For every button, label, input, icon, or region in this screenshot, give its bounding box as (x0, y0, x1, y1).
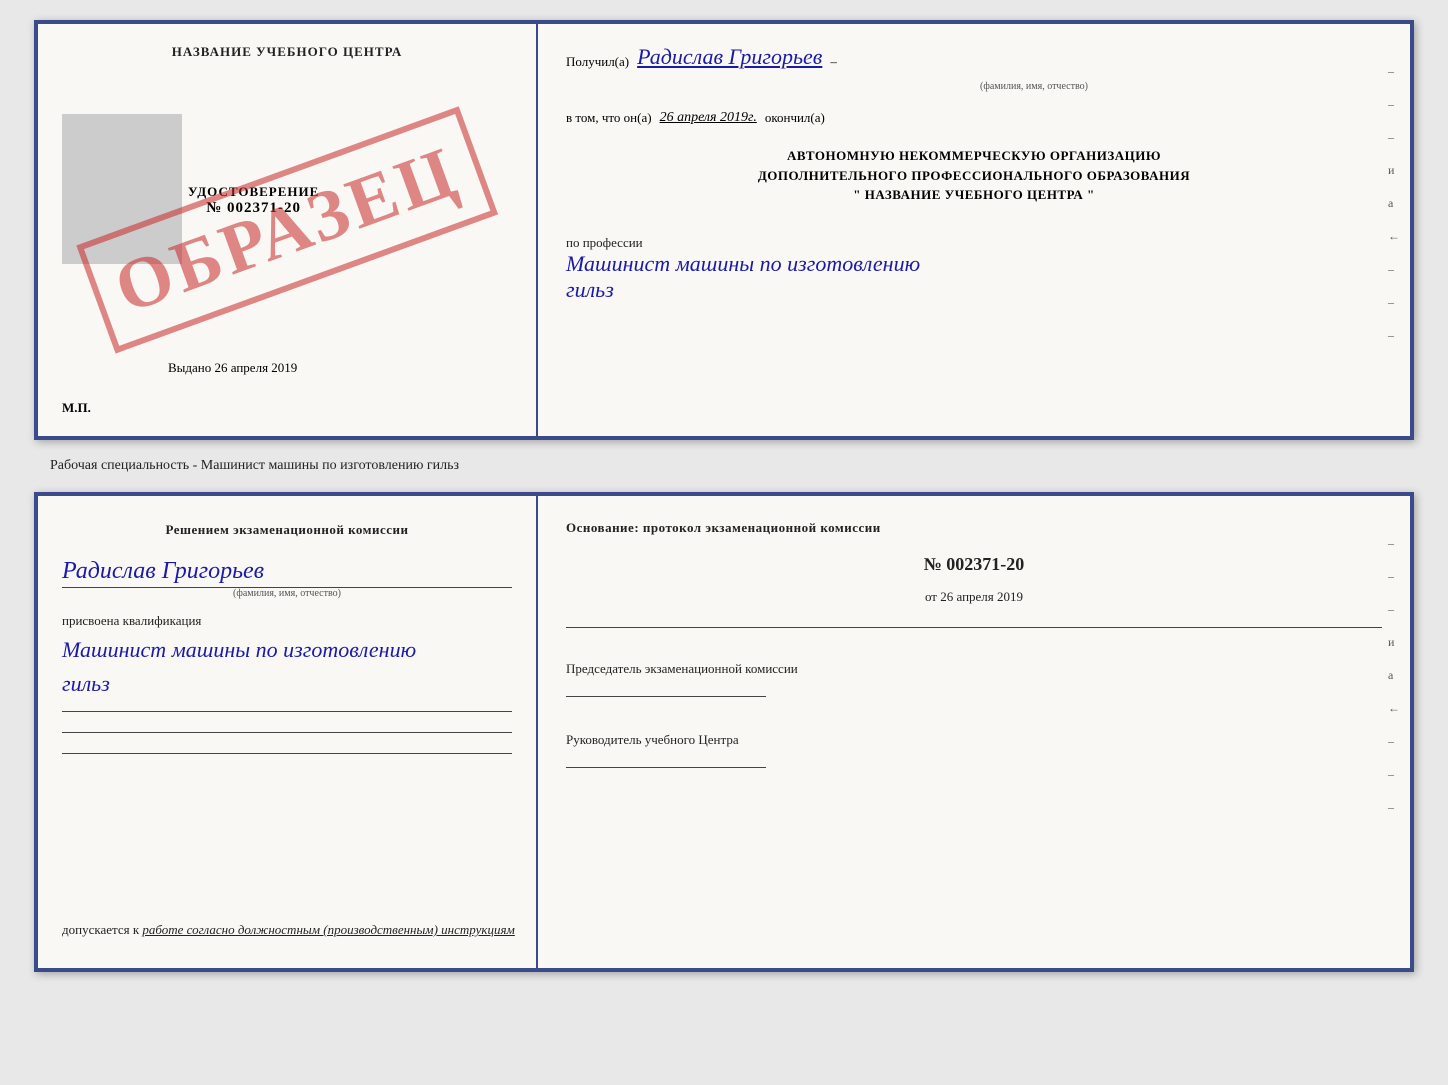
bottom-side-marks: – – – и а ← – – – (1388, 536, 1400, 815)
osnovanie-label: Основание: протокол экзаменационной коми… (566, 520, 1382, 536)
dopuskaetsya-label: допускается к (62, 922, 139, 937)
bottom-name: Радислав Григорьев (62, 558, 512, 588)
org-block: АВТОНОМНУЮ НЕКОММЕРЧЕСКУЮ ОРГАНИЗАЦИЮ ДО… (566, 146, 1382, 205)
bottom-right-panel: Основание: протокол экзаменационной коми… (538, 496, 1410, 968)
bottom-profession-line1: Машинист машины по изготовлению (62, 637, 512, 663)
ot-label: от (925, 589, 937, 604)
dash-1: – (830, 54, 837, 70)
poluchil-label: Получил(а) (566, 54, 629, 70)
rukovoditel-label: Руководитель учебного Центра (566, 731, 1382, 749)
protocol-num: № 002371-20 (566, 554, 1382, 575)
vydano-block: Выдано 26 апреля 2019 (168, 360, 297, 376)
predsedatel-block: Председатель экзаменационной комиссии (566, 660, 1382, 697)
fio-sub: (фамилия, имя, отчество) (980, 81, 1088, 92)
ot-date: 26 апреля 2019 (940, 589, 1023, 604)
photo-placeholder (62, 114, 182, 264)
predsedatel-label: Председатель экзаменационной комиссии (566, 660, 1382, 678)
profession-line2: гильз (566, 277, 1382, 303)
prisvoena-label: присвоена квалификация (62, 613, 512, 629)
udostoverenie-num: № 002371-20 (188, 200, 319, 217)
bottom-profession-line2: гильз (62, 671, 512, 697)
profession-line1: Машинист машины по изготовлению (566, 251, 1382, 277)
top-right-panel: Получил(а) Радислав Григорьев – (фамилия… (538, 24, 1410, 436)
predsedatel-sig-line (566, 696, 766, 697)
separator-text: Рабочая специальность - Машинист машины … (20, 458, 459, 474)
mp-label: М.П. (62, 400, 91, 416)
vydano-label: Выдано (168, 360, 211, 375)
rukovoditel-block: Руководитель учебного Центра (566, 731, 1382, 768)
top-document: НАЗВАНИЕ УЧЕБНОГО ЦЕНТРА УДОСТОВЕРЕНИЕ №… (34, 20, 1414, 440)
bottom-line-2 (62, 732, 512, 733)
po-professii: по профессии (566, 235, 1382, 251)
bottom-line-3 (62, 753, 512, 754)
org-name: " НАЗВАНИЕ УЧЕБНОГО ЦЕНТРА " (566, 185, 1382, 205)
okonchil-label: окончил(а) (765, 110, 825, 126)
bottom-document: Решением экзаменационной комиссии Радисл… (34, 492, 1414, 972)
vydano-date: 26 апреля 2019 (215, 360, 298, 375)
bottom-fio-sub: (фамилия, имя, отчество) (62, 588, 512, 599)
date-handwritten: 26 апреля 2019г. (660, 110, 757, 126)
bottom-left-title: Решением экзаменационной комиссии (62, 520, 512, 540)
top-left-panel: НАЗВАНИЕ УЧЕБНОГО ЦЕНТРА УДОСТОВЕРЕНИЕ №… (38, 24, 538, 436)
dopuskaetsya-block: допускается к работе согласно должностны… (62, 922, 515, 938)
udostoverenie-label: УДОСТОВЕРЕНИЕ (188, 184, 319, 200)
top-left-title: НАЗВАНИЕ УЧЕБНОГО ЦЕНТРА (62, 44, 512, 60)
recipient-name: Радислав Григорьев (637, 44, 822, 70)
dopuskaetsya-hw: работе согласно должностным (производств… (142, 922, 514, 937)
rukovoditel-sig-line (566, 767, 766, 768)
protocol-date: от 26 апреля 2019 (566, 589, 1382, 605)
org-line1: АВТОНОМНУЮ НЕКОММЕРЧЕСКУЮ ОРГАНИЗАЦИЮ (566, 146, 1382, 166)
org-line2: ДОПОЛНИТЕЛЬНОГО ПРОФЕССИОНАЛЬНОГО ОБРАЗО… (566, 166, 1382, 186)
bottom-line-1 (62, 711, 512, 712)
side-marks: – – – и а ← – – – (1388, 64, 1400, 343)
udostoverenie-block: УДОСТОВЕРЕНИЕ № 002371-20 (188, 184, 319, 217)
bottom-left-panel: Решением экзаменационной комиссии Радисл… (38, 496, 538, 968)
vtom-label: в том, что он(а) (566, 110, 652, 126)
